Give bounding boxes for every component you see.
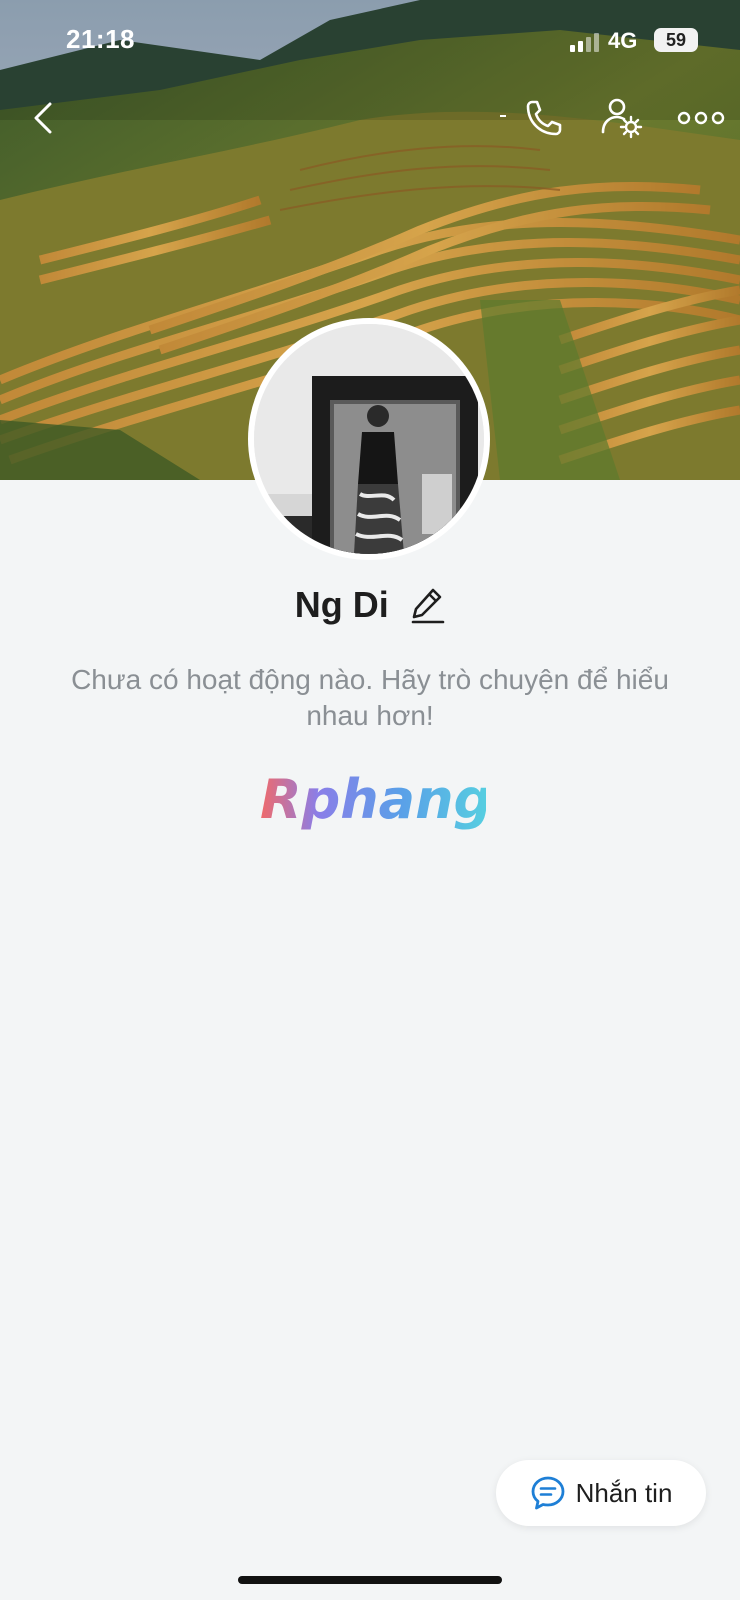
signal-icon (570, 33, 599, 52)
profile-settings-button[interactable] (600, 96, 644, 140)
phone-icon (526, 100, 562, 136)
pencil-icon[interactable] (411, 586, 445, 624)
network-type: 4G (608, 28, 638, 53)
status-bar: 21:18 4G 59 (0, 0, 740, 80)
watermark-text: Rphang (260, 770, 486, 831)
send-message-label: Nhắn tin (575, 1477, 673, 1508)
status-time: 21:18 (66, 24, 135, 54)
profile-avatar[interactable] (248, 318, 490, 560)
profile-name: Ng Di (294, 584, 389, 625)
chevron-left-icon (34, 102, 52, 134)
profile-name-row: Ng Di (0, 584, 740, 626)
call-button[interactable] (522, 96, 566, 140)
chat-bubble-icon (531, 1476, 564, 1510)
send-message-button[interactable]: Nhắn tin (496, 1460, 706, 1526)
user-settings-icon (601, 98, 643, 139)
back-button[interactable] (24, 96, 64, 140)
more-horizontal-icon (677, 111, 725, 125)
nav-separator (500, 115, 506, 117)
watermark-logo: Rphang (260, 770, 486, 831)
more-options-button[interactable] (676, 100, 726, 136)
empty-activity-message: Chưa có hoạt động nào. Hãy trò chuyện để… (71, 664, 669, 731)
home-indicator[interactable] (238, 1576, 502, 1584)
battery-indicator: 59 (654, 28, 698, 52)
